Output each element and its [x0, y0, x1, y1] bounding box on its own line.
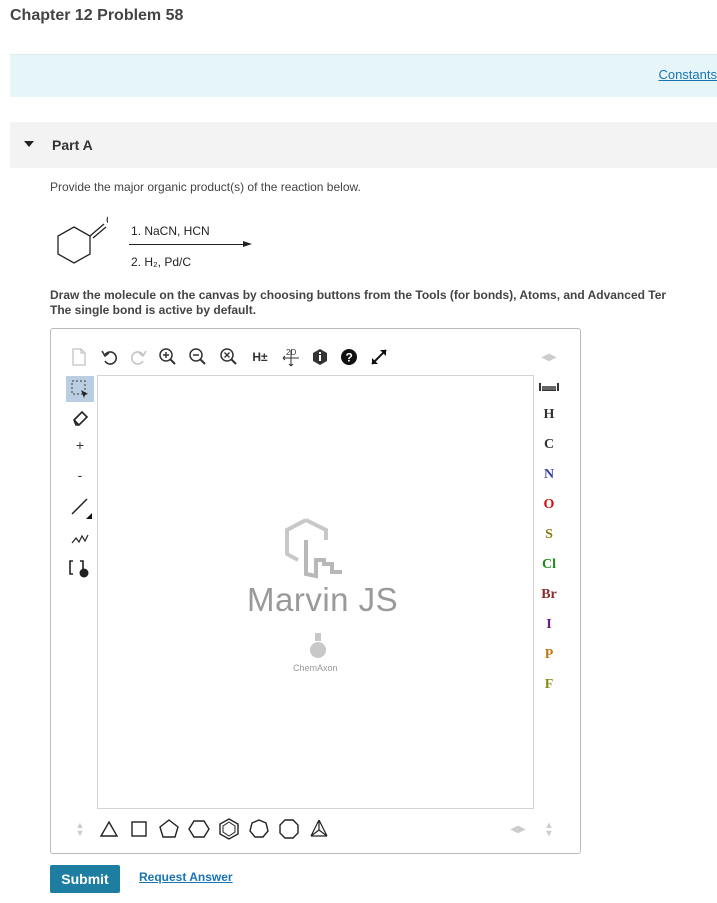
atom-o-button[interactable]: O [535, 497, 563, 513]
template-square-icon[interactable] [127, 817, 151, 841]
template-benzene-icon[interactable] [217, 817, 241, 841]
page-title: Chapter 12 Problem 58 [10, 7, 184, 24]
template-octagon-icon[interactable] [277, 817, 301, 841]
clean-2d-button[interactable]: 2D [279, 345, 303, 369]
template-heptagon-icon[interactable] [247, 817, 271, 841]
info-icon[interactable] [308, 345, 332, 369]
drawing-instructions: Draw the molecule on the canvas by choos… [50, 288, 717, 318]
constants-link[interactable]: Constants [658, 67, 717, 82]
top-scroll-arrows-icon[interactable]: ◀▶ [537, 345, 561, 369]
marvin-logo-icon [285, 518, 342, 579]
atom-n-button[interactable]: N [535, 467, 563, 483]
fullscreen-icon[interactable] [367, 345, 391, 369]
chemaxon-watermark: ChemAxon [293, 663, 338, 673]
template-triangle-icon[interactable] [97, 817, 121, 841]
reaction-arrow-head-icon [243, 241, 252, 247]
increase-charge-button[interactable]: + [68, 433, 92, 457]
template-hexagon-icon[interactable] [187, 817, 211, 841]
part-label: Part A [52, 137, 93, 153]
marvin-js-watermark: Marvin JS [247, 581, 399, 618]
constants-bar: Constants [10, 54, 717, 97]
atom-p-button[interactable]: P [535, 647, 563, 663]
cyclohexanone-structure: O [57, 213, 108, 264]
undo-icon[interactable] [97, 345, 121, 369]
help-icon[interactable]: ? [337, 345, 361, 369]
bottom-right-scroll-icon[interactable]: ▲ ▼ [537, 817, 561, 841]
zoom-out-icon[interactable] [186, 345, 210, 369]
redo-icon[interactable] [127, 345, 151, 369]
part-a-header[interactable]: Part A [10, 122, 717, 168]
atom-f-button[interactable]: F [535, 677, 563, 693]
oxygen-label: O [106, 213, 108, 227]
rectangle-selection-icon[interactable] [66, 376, 94, 402]
zoom-in-icon[interactable] [156, 345, 180, 369]
periodic-table-icon[interactable] [537, 375, 561, 399]
sgroup-bracket-icon[interactable] [68, 557, 92, 581]
bottom-left-scroll-icon[interactable]: ▲ ▼ [68, 817, 92, 841]
new-document-icon[interactable] [67, 345, 91, 369]
chain-icon[interactable] [68, 526, 92, 550]
chemaxon-flask-icon [310, 633, 326, 658]
reagent-step-1: 1. NaCN, HCN [131, 224, 210, 238]
template-pentagon-icon[interactable] [157, 817, 181, 841]
submit-button[interactable]: Submit [50, 865, 120, 893]
single-bond-icon[interactable] [68, 495, 92, 519]
atom-c-button[interactable]: C [535, 437, 563, 453]
collapse-triangle-icon[interactable] [24, 141, 34, 147]
instructions-line-1: Draw the molecule on the canvas by choos… [50, 288, 667, 302]
bottom-scroll-arrows-icon[interactable]: ◀▶ [506, 817, 530, 841]
atom-br-button[interactable]: Br [535, 587, 563, 603]
atom-h-button[interactable]: H [535, 407, 563, 423]
atom-i-button[interactable]: I [535, 617, 563, 633]
hydrogen-toggle-button[interactable]: H± [248, 345, 272, 369]
drawing-canvas[interactable]: Marvin JS ChemAxon [97, 375, 534, 809]
atom-s-button[interactable]: S [535, 527, 563, 543]
request-answer-link[interactable]: Request Answer [139, 870, 233, 884]
eraser-icon[interactable] [68, 405, 92, 429]
atom-cl-button[interactable]: Cl [535, 557, 563, 573]
zoom-reset-icon[interactable] [217, 345, 241, 369]
decrease-charge-button[interactable]: - [68, 463, 92, 487]
reagent-step-2: 2. H₂, Pd/C [131, 255, 192, 269]
template-bicyclic-icon[interactable] [307, 817, 331, 841]
reaction-arrow [129, 244, 245, 245]
problem-prompt: Provide the major organic product(s) of … [50, 180, 361, 194]
instructions-line-2: The single bond is active by default. [50, 303, 257, 317]
svg-text:?: ? [346, 351, 353, 365]
marvin-editor: H± 2D ? ◀▶ + - Marvin JS ChemAxon H C N … [50, 328, 581, 854]
